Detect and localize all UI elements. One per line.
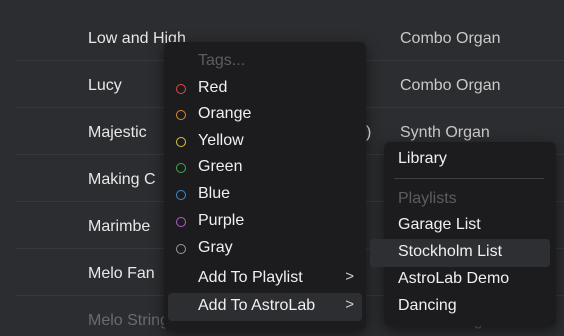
- preset-name: Melo Fan: [88, 265, 155, 282]
- preset-type: Combo Organ: [400, 30, 501, 47]
- playlists-header: Playlists: [398, 190, 457, 207]
- yellow-dot-icon: [176, 137, 186, 147]
- submenu-library[interactable]: Library: [384, 146, 556, 174]
- tag-yellow[interactable]: Yellow: [164, 128, 366, 156]
- astrolab-submenu: Library Playlists Garage List Stockholm …: [370, 142, 556, 326]
- submenu-divider: [394, 178, 544, 179]
- tag-green[interactable]: Green: [164, 154, 366, 182]
- context-menu: Tags... Red Orange Yellow Green Blue Pur…: [164, 42, 366, 330]
- preset-name: Making C: [88, 171, 156, 188]
- chevron-right-icon: >: [345, 296, 354, 313]
- preset-name-suffix: ): [366, 124, 372, 141]
- preset-type: Synth Organ: [400, 124, 490, 141]
- preset-type: Combo Organ: [400, 77, 501, 94]
- orange-dot-icon: [176, 110, 186, 120]
- tag-purple[interactable]: Purple: [164, 208, 366, 236]
- preset-name: Lucy: [88, 77, 122, 94]
- purple-dot-icon: [176, 217, 186, 227]
- preset-name: Marimbe: [88, 218, 151, 235]
- preset-name: Majestic: [88, 124, 147, 141]
- submenu-playlist-item[interactable]: Stockholm List: [370, 239, 550, 267]
- submenu-playlist-item[interactable]: Garage List: [384, 212, 556, 240]
- tag-orange[interactable]: Orange: [164, 101, 366, 129]
- add-to-astrolab-item[interactable]: Add To AstroLab >: [168, 293, 362, 321]
- red-dot-icon: [176, 84, 186, 94]
- tag-red[interactable]: Red: [164, 75, 366, 103]
- add-to-playlist-item[interactable]: Add To Playlist >: [164, 265, 366, 293]
- tags-header: Tags...: [198, 52, 246, 69]
- chevron-right-icon: >: [345, 268, 354, 285]
- tag-gray[interactable]: Gray: [164, 235, 366, 263]
- tag-blue[interactable]: Blue: [164, 181, 366, 209]
- blue-dot-icon: [176, 190, 186, 200]
- submenu-playlist-item[interactable]: AstroLab Demo: [384, 266, 556, 294]
- submenu-playlist-item[interactable]: Dancing: [384, 293, 556, 321]
- green-dot-icon: [176, 163, 186, 173]
- gray-dot-icon: [176, 244, 186, 254]
